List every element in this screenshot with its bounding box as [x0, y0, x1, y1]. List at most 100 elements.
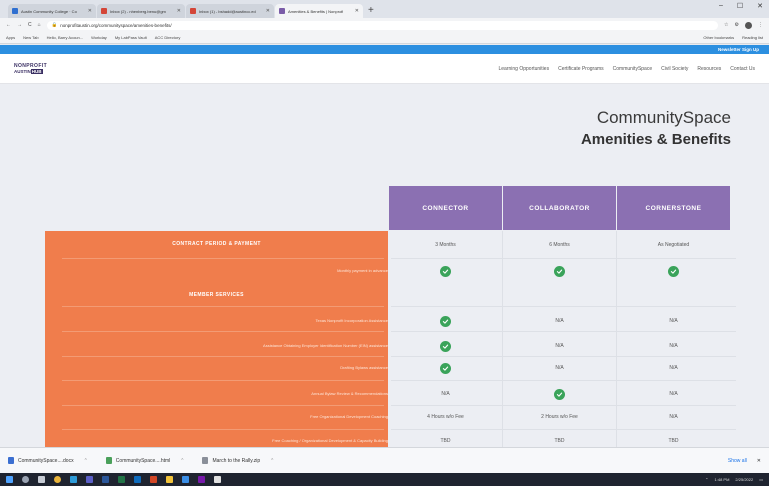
check-icon [554, 389, 565, 400]
check-icon [440, 266, 451, 277]
clock-date[interactable]: 2/25/2022 [735, 477, 753, 482]
excel-icon[interactable] [118, 476, 125, 483]
row-label: Free Organizational Development Coaching [310, 414, 388, 419]
downloads-bar: CommunitySpace....docx ⌃ CommunitySpace..… [0, 447, 769, 473]
new-tab-button[interactable]: + [368, 4, 374, 18]
word-file-icon [8, 457, 14, 464]
bookmark-labpass[interactable]: My LabPass Vault [115, 35, 147, 40]
row-label: Monthly payment in advance [337, 268, 388, 273]
browser-tab-0[interactable]: Austin Community College · Co ✕ [8, 4, 96, 18]
close-window-button[interactable]: ✕ [757, 2, 763, 10]
page-title-line2: Amenities & Benefits [580, 131, 731, 148]
tab-favicon-icon [279, 8, 285, 14]
window-controls: – ☐ ✕ [719, 2, 763, 10]
logo-text-hub: HUB [30, 69, 43, 74]
windows-start-icon[interactable] [6, 476, 13, 483]
nav-communityspace[interactable]: CommunitySpace [613, 66, 652, 72]
store-icon[interactable] [182, 476, 189, 483]
bookmarks-right: Other bookmarks Reading list [703, 35, 763, 40]
tab-close-icon[interactable]: ✕ [177, 8, 181, 14]
column-header-connector: CONNECTOR [389, 186, 502, 230]
file-explorer-icon[interactable] [166, 476, 173, 483]
chevron-up-icon[interactable]: ⌃ [180, 458, 184, 464]
extensions-icon[interactable]: ⚙ [735, 22, 739, 28]
tab-close-icon[interactable]: ✕ [266, 8, 270, 14]
site-logo[interactable]: NONPROFIT AUSTINHUB [14, 63, 60, 74]
network-icon[interactable]: ⌃ [705, 477, 708, 482]
powerpoint-icon[interactable] [150, 476, 157, 483]
onenote-icon[interactable] [198, 476, 205, 483]
url-text: nonprofitaustin.org/communityspace/ameni… [60, 22, 172, 28]
row-divider [62, 356, 384, 357]
column-header-cornerstone: CORNERSTONE [617, 186, 730, 230]
bookmark-acc-directory[interactable]: ACC Directory [155, 35, 181, 40]
row-divider [391, 356, 736, 357]
download-label: March to the Rally.zip [212, 457, 261, 464]
nav-contact[interactable]: Contact Us [730, 66, 755, 72]
browser-tab-2[interactable]: Inbox (1) - bshadd@austincc.ed ✕ [186, 4, 274, 18]
table-cell: TBD [668, 438, 679, 444]
clock-time[interactable]: 1:48 PM [715, 477, 730, 482]
section-contract: CONTRACT PERIOD & PAYMENT [172, 241, 261, 247]
row-divider [391, 380, 736, 381]
chevron-up-icon[interactable]: ⌃ [270, 458, 274, 464]
menu-icon[interactable]: ⋮ [758, 22, 763, 28]
maximize-button[interactable]: ☐ [737, 2, 743, 10]
tab-close-icon[interactable]: ✕ [88, 8, 92, 14]
outlook-icon[interactable] [134, 476, 141, 483]
url-input[interactable]: 🔒 nonprofitaustin.org/communityspace/ame… [46, 20, 719, 30]
table-cell: N/A [555, 343, 564, 349]
teams-icon[interactable] [86, 476, 93, 483]
logo-text-austin: AUSTIN [14, 69, 31, 74]
star-icon[interactable]: ☆ [724, 22, 728, 28]
screen: Austin Community College · Co ✕ Inbox (2)… [0, 0, 769, 486]
bookmark-apps[interactable]: Apps [6, 35, 15, 40]
row-label: Annual Bylaw Review & Recommendations [311, 391, 388, 396]
download-item[interactable]: March to the Rally.zip ⌃ [202, 457, 282, 464]
chrome-icon[interactable] [54, 476, 61, 483]
tab-close-icon[interactable]: ✕ [355, 8, 359, 14]
row-divider [62, 306, 384, 307]
edge-icon[interactable] [70, 476, 77, 483]
address-bar: ← → C ⌂ 🔒 nonprofitaustin.org/communitys… [0, 18, 769, 32]
row-label: Free Coaching / Organizational Developme… [272, 438, 388, 443]
search-icon[interactable] [22, 476, 29, 483]
task-view-icon[interactable] [38, 476, 45, 483]
app-icon[interactable] [214, 476, 221, 483]
download-label: CommunitySpace....html [115, 457, 171, 464]
bookmark-new-tab[interactable]: New Tab [23, 35, 39, 40]
lock-icon: 🔒 [51, 22, 58, 27]
close-downloads-button[interactable]: ✕ [757, 458, 761, 464]
notification-icon[interactable]: ▭ [759, 477, 763, 482]
nav-resources[interactable]: Resources [697, 66, 721, 72]
newsletter-link[interactable]: Newsletter Sign Up [718, 47, 759, 52]
reading-list[interactable]: Reading list [742, 35, 763, 40]
download-item[interactable]: CommunitySpace....html ⌃ [105, 457, 193, 464]
chevron-up-icon[interactable]: ⌃ [84, 458, 88, 464]
other-bookmarks[interactable]: Other bookmarks [703, 35, 734, 40]
home-button[interactable]: ⌂ [38, 22, 41, 28]
tab-label: Austin Community College · Co [21, 8, 77, 14]
row-divider [62, 258, 384, 259]
minimize-button[interactable]: – [719, 2, 723, 10]
back-button[interactable]: ← [6, 22, 11, 28]
bookmark-workday[interactable]: Workday [91, 35, 107, 40]
profile-avatar[interactable] [745, 21, 752, 29]
nav-civil-society[interactable]: Civil Society [661, 66, 688, 72]
logo-text-bottom: AUSTINHUB [14, 69, 60, 74]
nav-certificate[interactable]: Certificate Programs [558, 66, 604, 72]
nav-learning[interactable]: Learning Opportunities [498, 66, 549, 72]
forward-button[interactable]: → [17, 22, 22, 28]
contract-connector: 3 Months [435, 242, 456, 248]
reload-button[interactable]: C [28, 22, 32, 28]
table-cell: N/A [555, 365, 564, 371]
contract-collaborator: 6 Months [549, 242, 570, 248]
bookmark-hello[interactable]: Hello, Barry Acoun... [47, 35, 83, 40]
row-divider [62, 429, 384, 430]
browser-tab-1[interactable]: Inbox (2) - nhenberg.benu@gm ✕ [97, 4, 185, 18]
download-item[interactable]: CommunitySpace....docx ⌃ [8, 457, 96, 464]
show-all-button[interactable]: Show all [728, 458, 747, 464]
word-icon[interactable] [102, 476, 109, 483]
table-cell: N/A [669, 365, 678, 371]
browser-tab-3[interactable]: Amenities & Benefits | Nonprofi ✕ [275, 4, 363, 18]
